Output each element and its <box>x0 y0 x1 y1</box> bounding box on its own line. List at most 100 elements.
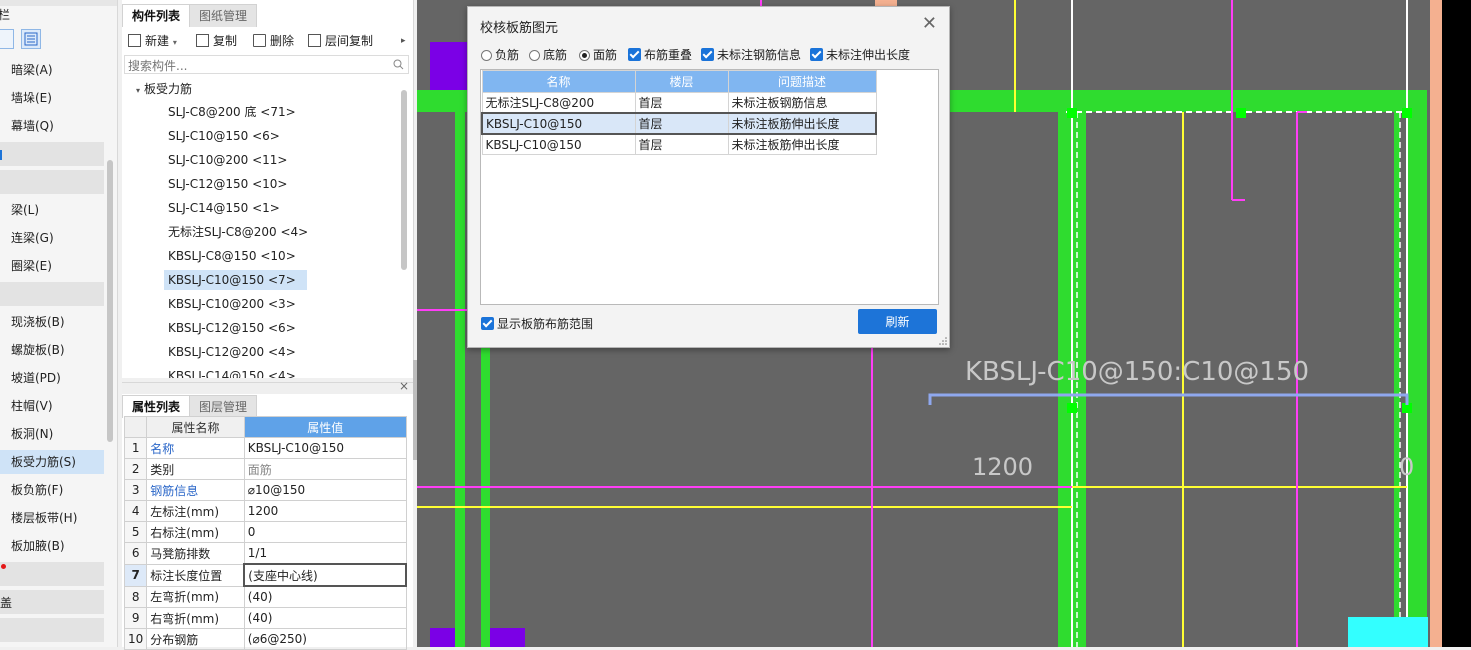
nav-item-slab-rebar[interactable]: 板受力筋(S) <box>0 450 104 474</box>
nav-item-slab-neg-rebar[interactable]: 板负筋(F) <box>0 478 104 502</box>
component-list-scrollbar[interactable] <box>401 90 407 270</box>
tree-item[interactable]: SLJ-C8@200 底 <71> <box>164 102 300 122</box>
tab-property-list[interactable]: 属性列表 <box>122 395 191 418</box>
red-dot-icon <box>1 564 6 569</box>
tab-drawing-manager[interactable]: 图纸管理 <box>189 4 258 27</box>
property-row[interactable]: 4 左标注(mm) 1200 <box>123 500 407 522</box>
cyan-block <box>1348 617 1428 647</box>
nav-item-ring-beam[interactable]: 圈梁(E) <box>0 254 104 278</box>
component-search-input[interactable] <box>125 56 380 75</box>
nav-item-spiral-slab[interactable]: 螺旋板(B) <box>0 338 104 362</box>
radio-bottom-rebar[interactable]: 底筋 <box>529 46 567 63</box>
nav-item-column-cap[interactable]: 柱帽(V) <box>0 394 104 418</box>
tree-item-selected[interactable]: KBSLJ-C10@150 <7> <box>164 270 307 290</box>
nav-group-label: 盖 <box>0 596 13 610</box>
copy-button[interactable]: 复制 <box>196 31 237 51</box>
issue-row[interactable]: 无标注SLJ-C8@200 首层 未标注板钢筋信息 <box>481 92 877 114</box>
checkbox-show-range[interactable]: 显示板筋布筋范围 <box>481 315 593 332</box>
property-row[interactable]: 10 分布钢筋 (⌀6@250) <box>123 628 407 650</box>
list-view-icon[interactable] <box>0 29 14 49</box>
nav-item-beam[interactable]: 梁(L) <box>0 198 104 222</box>
checkbox-no-info[interactable]: 未标注钢筋信息 <box>701 46 801 63</box>
checkbox-no-extension[interactable]: 未标注伸出长度 <box>810 46 910 63</box>
tree-item[interactable]: KBSLJ-C8@150 <10> <box>164 246 300 266</box>
property-row[interactable]: 2 类别 面筋 <box>123 458 407 480</box>
copy-icon <box>196 34 209 47</box>
nav-item-curtain-wall[interactable]: 幕墙(Q) <box>0 114 104 138</box>
nav-group-header[interactable] <box>0 142 104 166</box>
more-arrow-icon[interactable]: ▸ <box>401 31 406 51</box>
nav-item-slab-haunch[interactable]: 板加腋(B) <box>0 534 104 558</box>
issue-table: 名称 楼层 问题描述 无标注SLJ-C8@200 首层 未标注板钢筋信息 KBSLJ… <box>481 70 877 155</box>
left-nav-top-strip <box>0 0 117 6</box>
property-row[interactable]: 9 右弯折(mm) (40) <box>123 607 407 629</box>
checkbox-checked-icon <box>481 317 494 330</box>
trash-icon <box>253 34 266 47</box>
right-dimension-label: 0 <box>1399 453 1414 481</box>
tree-item[interactable]: SLJ-C14@150 <1> <box>164 198 284 218</box>
tree-item[interactable]: KBSLJ-C14@150 <4> <box>164 366 300 378</box>
tab-component-list[interactable]: 构件列表 <box>122 4 191 27</box>
property-row[interactable]: 5 右标注(mm) 0 <box>123 521 407 543</box>
close-icon[interactable]: × <box>399 379 409 393</box>
property-row[interactable]: 6 马凳筋排数 1/1 <box>123 542 407 565</box>
nav-item-slab-hole[interactable]: 板洞(N) <box>0 422 104 446</box>
nav-group-header[interactable] <box>0 618 104 642</box>
radio-neg-rebar[interactable]: 负筋 <box>481 46 519 63</box>
floor-copy-button[interactable]: 层间复制 <box>308 31 373 51</box>
col-property-value: 属性值 <box>243 416 407 438</box>
resize-grip-icon[interactable] <box>939 337 947 345</box>
col-property-name: 属性名称 <box>146 416 245 438</box>
node-point <box>1067 108 1077 118</box>
tree-item[interactable]: KBSLJ-C12@200 <4> <box>164 342 300 362</box>
left-nav-scrollbar[interactable] <box>107 160 113 442</box>
property-row[interactable]: 3 钢筋信息 ⌀10@150 <box>123 479 407 501</box>
tree-item[interactable]: KBSLJ-C10@200 <3> <box>164 294 300 314</box>
nav-group-header[interactable] <box>0 562 104 586</box>
nav-item-ramp[interactable]: 坡道(PD) <box>0 366 104 390</box>
tree-item[interactable]: SLJ-C12@150 <10> <box>164 174 292 194</box>
nav-item-hidden-beam[interactable]: 暗梁(A) <box>0 58 104 82</box>
radio-top-rebar[interactable]: 面筋 <box>579 46 617 63</box>
nav-group-header[interactable] <box>0 590 104 614</box>
tree-item[interactable]: SLJ-C10@200 <11> <box>164 150 292 170</box>
col-floor: 楼层 <box>634 70 729 93</box>
delete-button[interactable]: 删除 <box>253 31 294 51</box>
tree-item[interactable]: 无标注SLJ-C8@200 <4> <box>164 222 312 242</box>
checkbox-checked-icon <box>810 48 823 61</box>
nav-group-header[interactable] <box>0 282 104 306</box>
dialog-title: 校核板筋图元 <box>480 21 559 36</box>
property-table: 属性名称 属性值 1 名称 KBSLJ-C10@150 2 类别 面筋 3 钢筋信息 ⌀10… <box>123 416 408 650</box>
property-panel-header <box>122 382 413 394</box>
nav-group-header[interactable] <box>0 170 104 194</box>
tree-item[interactable]: SLJ-C10@150 <6> <box>164 126 284 146</box>
close-icon[interactable]: ✕ <box>922 13 937 34</box>
checkbox-checked-icon <box>701 48 714 61</box>
issue-row[interactable]: KBSLJ-C10@150 首层 未标注板筋伸出长度 <box>481 133 877 155</box>
nav-item-floor-slab-band[interactable]: 楼层板带(H) <box>0 506 104 530</box>
nav-item-coupling-beam[interactable]: 连梁(G) <box>0 226 104 250</box>
search-icon[interactable] <box>393 59 404 70</box>
checkbox-checked-icon <box>628 48 641 61</box>
property-value-editor[interactable]: (支座中心线) <box>243 563 408 587</box>
property-row-selected[interactable]: 7 标注长度位置 (支座中心线) <box>123 563 408 587</box>
nav-item-wall-pier[interactable]: 墙垛(E) <box>0 86 104 110</box>
property-tabs: 属性列表 图层管理 <box>122 395 258 418</box>
left-nav-header: 栏 <box>0 6 10 23</box>
issue-row-selected[interactable]: KBSLJ-C10@150 首层 未标注板筋伸出长度 <box>481 112 877 135</box>
refresh-button[interactable]: 刷新 <box>858 309 937 334</box>
expand-arrow-icon[interactable]: ▾ <box>136 86 140 95</box>
new-button[interactable]: 新建 ▾ <box>128 31 177 51</box>
component-list-panel: 构件列表图纸管理 新建 ▾ 复制 删除 层间复制 ▸ ▾板受力筋 SLJ-C8@… <box>122 0 414 378</box>
tree-item[interactable]: KBSLJ-C12@150 <6> <box>164 318 300 338</box>
property-row[interactable]: 1 名称 KBSLJ-C10@150 <box>123 437 407 459</box>
black-edge <box>1442 0 1471 647</box>
nav-item-cast-slab[interactable]: 现浇板(B) <box>0 310 104 334</box>
tree-root[interactable]: ▾ 板受力筋 <box>136 80 192 97</box>
node-point <box>1402 108 1412 118</box>
tree-view-icon[interactable] <box>21 29 41 49</box>
tab-layer-manager[interactable]: 图层管理 <box>189 395 258 418</box>
chevron-down-icon[interactable]: ▾ <box>173 38 177 47</box>
checkbox-overlap[interactable]: 布筋重叠 <box>628 46 692 63</box>
property-row[interactable]: 8 左弯折(mm) (40) <box>123 585 407 608</box>
